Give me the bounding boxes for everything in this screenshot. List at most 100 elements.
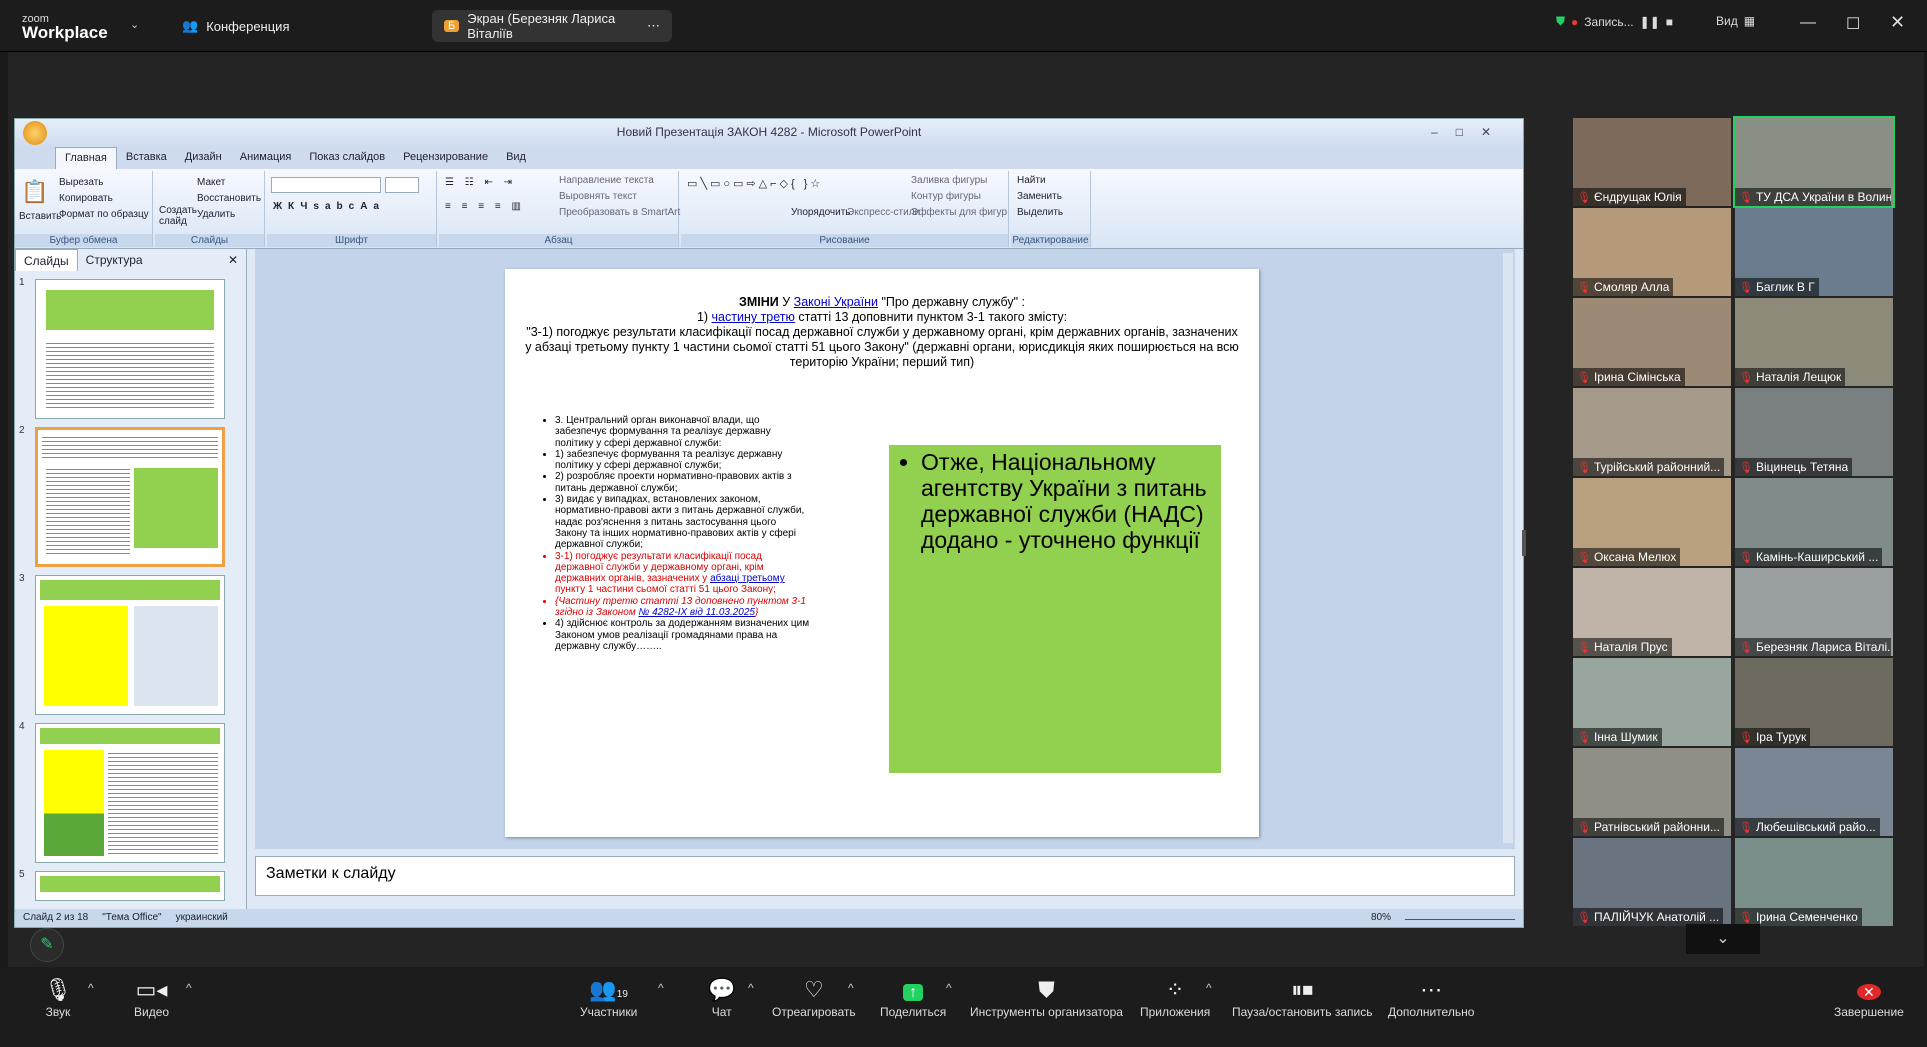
align-text-button[interactable]: Выровнять текст [559, 191, 637, 202]
shapes-gallery[interactable]: ▭╲▭○▭⇨△⌐◇{ }☆ [687, 177, 823, 190]
law-link[interactable]: Законі України [794, 295, 878, 309]
tab-outline[interactable]: Структура [78, 249, 151, 271]
tab-screen-share[interactable]: Б Экран (Березняк Лариса Віталіїв ⋯ [432, 10, 672, 42]
participant-tile[interactable]: 🎙 Іра Турук [1735, 658, 1893, 746]
find-button[interactable]: Найти [1017, 175, 1046, 186]
participant-tile[interactable]: 🎙 Березняк Лариса Віталі... [1735, 568, 1893, 656]
participant-tile[interactable]: 🎙 ПАЛІЙЧУК Анатолій ... [1573, 838, 1731, 926]
participant-tile[interactable]: 🎙 Ірина Семенченко [1735, 838, 1893, 926]
participant-tile[interactable]: 🎙 Інна Шумик [1573, 658, 1731, 746]
tab-slideshow[interactable]: Показ слайдов [300, 147, 394, 169]
zoom-slider[interactable] [1405, 912, 1515, 920]
tab-review[interactable]: Рецензирование [394, 147, 497, 169]
react-options-icon[interactable]: ^ [848, 981, 854, 995]
shape-effects-button[interactable]: Эффекты для фигур [911, 207, 1007, 218]
video-options-icon[interactable]: ^ [186, 981, 192, 995]
pause-recording-button[interactable]: ⏸⏹ Пауза/остановить запись [1232, 975, 1372, 1019]
font-format-buttons[interactable]: ЖКЧsabcAa [273, 201, 385, 212]
maximize-icon[interactable]: ☐ [1846, 14, 1860, 34]
window-controls[interactable]: –□✕ [1431, 119, 1509, 145]
slide-thumbnail-4[interactable] [35, 723, 225, 863]
annotate-pen-icon[interactable]: ✎ [30, 928, 64, 962]
slide-thumbnail-1[interactable] [35, 279, 225, 419]
end-button[interactable]: ✕ Завершение [1834, 975, 1904, 1019]
participant-tile[interactable]: 🎙 Ірина Сімінська [1573, 298, 1731, 386]
more-icon[interactable]: ⋯ [647, 18, 660, 34]
part-link[interactable]: частину третю [712, 310, 795, 324]
paste-button[interactable]: Вставить [19, 211, 61, 222]
tab-slides[interactable]: Слайды [15, 249, 78, 271]
react-button[interactable]: ♡ Отреагировать [772, 975, 856, 1019]
tab-view[interactable]: Вид [497, 147, 535, 169]
format-painter-button[interactable]: Формат по образцу [59, 209, 149, 220]
participant-tile[interactable]: 🎙 Турійський районний... [1573, 388, 1731, 476]
notes-area[interactable]: Заметки к слайду [255, 856, 1515, 896]
participant-tile[interactable]: 🎙 ТУ ДСА України в Волин... [1733, 116, 1895, 208]
participants-button[interactable]: 👥19 Участники [580, 975, 637, 1019]
chat-button[interactable]: 💬 Чат [708, 975, 735, 1019]
participant-tile[interactable]: 🎙 Баглик В Г [1735, 208, 1893, 296]
audio-options-icon[interactable]: ^ [88, 981, 94, 995]
smartart-button[interactable]: Преобразовать в SmartArt [559, 207, 680, 218]
host-tools-button[interactable]: ⛊ Инструменты организатора [970, 975, 1123, 1019]
tab-design[interactable]: Дизайн [176, 147, 231, 169]
minimize-icon[interactable]: — [1800, 14, 1816, 32]
audio-button[interactable]: 🎙 Звук [44, 975, 72, 1019]
more-button[interactable]: ⋯ Дополнительно [1388, 975, 1474, 1019]
tab-animation[interactable]: Анимация [231, 147, 301, 169]
apps-options-icon[interactable]: ^ [1206, 981, 1212, 995]
cut-button[interactable]: Вырезать [59, 177, 103, 188]
share-options-icon[interactable]: ^ [946, 981, 952, 995]
chat-options-icon[interactable]: ^ [748, 981, 754, 995]
reset-button[interactable]: Восстановить [197, 193, 261, 204]
shape-outline-button[interactable]: Контур фигуры [911, 191, 981, 202]
slide-thumbnail-2[interactable] [35, 427, 225, 567]
replace-button[interactable]: Заменить [1017, 191, 1062, 202]
video-button[interactable]: ▭◂ Видео [134, 975, 169, 1019]
tab-meeting[interactable]: 👥 Конференция [170, 10, 301, 42]
text-direction-button[interactable]: Направление текста [559, 175, 654, 186]
close-icon[interactable]: ✕ [1890, 12, 1905, 33]
pause-icon[interactable]: ❚❚ [1640, 15, 1660, 29]
participant-tile[interactable]: 🎙 Оксана Мелюх [1573, 478, 1731, 566]
delete-button[interactable]: Удалить [197, 209, 235, 220]
arrange-button[interactable]: Упорядочить [791, 207, 851, 218]
font-name-select[interactable] [271, 177, 381, 193]
participant-tile[interactable]: 🎙 Віцинець Тетяна [1735, 388, 1893, 476]
law-number-link[interactable]: № 4282-IX від 11.03.2025 [639, 607, 755, 618]
participant-tile[interactable]: 🎙 Наталія Прус [1573, 568, 1731, 656]
share-button[interactable]: ↑ Поделиться [880, 975, 946, 1019]
participant-tile[interactable]: 🎙 Ратнівський районни... [1573, 748, 1731, 836]
slide-thumbnail-5[interactable] [35, 871, 225, 901]
participant-tile[interactable]: 🎙 Наталія Лещюк [1735, 298, 1893, 386]
participant-tile[interactable]: 🎙 Єндрущак Юлія [1573, 118, 1731, 206]
chevron-down-icon[interactable]: ⌄ [130, 18, 139, 31]
apps-button[interactable]: ⁘ Приложения [1140, 975, 1210, 1019]
copy-button[interactable]: Копировать [59, 193, 113, 204]
align-buttons[interactable]: ≡ ≡ ≡ ≡ ▥ [445, 201, 525, 212]
shape-fill-button[interactable]: Заливка фигуры [911, 175, 987, 186]
splitter-handle[interactable] [1522, 530, 1526, 556]
stop-icon[interactable]: ■ [1666, 15, 1673, 29]
select-button[interactable]: Выделить [1017, 207, 1063, 218]
zoom-percent[interactable]: 80% [1371, 912, 1391, 926]
view-button[interactable]: Вид ▦ [1716, 14, 1755, 28]
gallery-chevron-down-icon[interactable]: ⌄ [1686, 924, 1760, 954]
list-buttons[interactable]: ☰ ☷ ⇤ ⇥ [445, 177, 516, 188]
office-button-icon[interactable] [23, 121, 47, 145]
participant-tile[interactable]: 🎙 Любешівський райо... [1735, 748, 1893, 836]
quick-styles-button[interactable]: Экспресс-стили [847, 207, 920, 218]
paragraph-link[interactable]: абзаці третьому [710, 573, 785, 584]
layout-button[interactable]: Макет [197, 177, 225, 188]
current-slide[interactable]: ЗМІНИ У Законі України "Про державну слу… [505, 269, 1259, 837]
close-pane-icon[interactable]: ✕ [220, 249, 246, 271]
participant-tile[interactable]: 🎙 Камінь-Каширський ... [1735, 478, 1893, 566]
new-slide-button[interactable]: Создать слайд [159, 205, 197, 227]
participant-tile[interactable]: 🎙 Смоляр Алла [1573, 208, 1731, 296]
vertical-scrollbar[interactable] [1503, 253, 1513, 843]
tab-insert[interactable]: Вставка [117, 147, 176, 169]
tab-home[interactable]: Главная [55, 147, 117, 169]
font-size-select[interactable] [385, 177, 419, 193]
participants-options-icon[interactable]: ^ [658, 981, 664, 995]
slide-thumbnail-3[interactable] [35, 575, 225, 715]
